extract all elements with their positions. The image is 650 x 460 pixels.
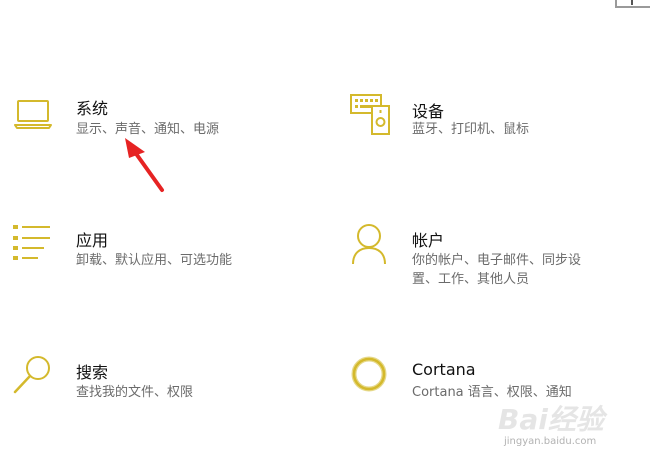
- annotation-arrow-icon: [118, 136, 168, 198]
- settings-home: 系统 显示、声音、通知、电源 设备 蓝牙、打印机、鼠标 应用 卸载、默认应用、可…: [0, 0, 650, 460]
- window-corner-fragment: [615, 0, 650, 8]
- tile-apps[interactable]: 应用 卸载、默认应用、可选功能: [12, 222, 302, 274]
- tile-cortana[interactable]: Cortana Cortana 语言、权限、通知: [350, 352, 610, 404]
- tile-accounts[interactable]: 帐户 你的帐户、电子邮件、同步设 置、工作、其他人员: [350, 222, 640, 292]
- apps-list-icon: [12, 224, 54, 266]
- tile-description: 你的帐户、电子邮件、同步设: [412, 253, 582, 268]
- laptop-icon: [14, 98, 54, 134]
- watermark-logo: Bai经验: [498, 403, 604, 436]
- search-icon: [12, 354, 54, 400]
- person-icon: [350, 222, 390, 270]
- tile-devices[interactable]: 设备 蓝牙、打印机、鼠标: [348, 92, 628, 144]
- tile-description: 卸载、默认应用、可选功能: [76, 253, 233, 268]
- tile-title: 系统: [76, 99, 109, 118]
- baidu-watermark: Bai经验 jingyan.baidu.com: [498, 398, 638, 454]
- tile-title: 设备: [412, 102, 445, 121]
- devices-icon: [350, 94, 394, 140]
- watermark-url: jingyan.baidu.com: [504, 436, 597, 447]
- tile-title: Cortana: [412, 360, 476, 379]
- tile-description: 蓝牙、打印机、鼠标: [412, 122, 530, 137]
- tile-title: 应用: [76, 231, 109, 250]
- tile-search[interactable]: 搜索 查找我的文件、权限: [12, 352, 272, 404]
- tile-title: 帐户: [412, 231, 445, 250]
- tile-title: 搜索: [76, 363, 109, 382]
- cortana-icon: [350, 355, 390, 399]
- tile-description-line2: 置、工作、其他人员: [412, 272, 530, 287]
- tile-description: 查找我的文件、权限: [76, 385, 194, 400]
